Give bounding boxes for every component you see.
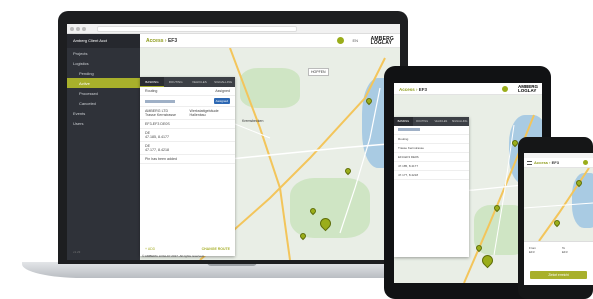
brand-logo: AMBERG LOGLAY	[370, 36, 394, 46]
destination-reached-button[interactable]: Zielort erreicht	[530, 271, 587, 279]
key-icon[interactable]	[502, 86, 508, 92]
panel-row: Routing	[394, 135, 469, 144]
summary-label: Routing	[145, 89, 158, 93]
tab-basking[interactable]: BASKING	[394, 117, 413, 126]
laptop-base	[22, 262, 442, 278]
sidebar-user[interactable]: Amberg Client Acct	[67, 34, 140, 48]
tab-signalling[interactable]: SIGNALLING	[211, 77, 235, 87]
version-label: v1.23	[73, 250, 81, 254]
address-bar[interactable]	[97, 26, 297, 32]
field-row: DE 47.185, 8.4177	[140, 129, 235, 142]
back-icon[interactable]	[70, 27, 74, 31]
to-value: EF3	[562, 250, 568, 254]
address-row: AMBERG LTD Trasse Kernstrasse Werkstattg…	[140, 107, 235, 120]
brand-logo: AMBERG LOGLAY	[518, 84, 538, 93]
page-title: Access › EF3	[146, 38, 178, 44]
reload-icon[interactable]	[82, 27, 86, 31]
panel-tabs: BASKING ROUTING VEHICLES SIGNALLING	[140, 77, 235, 87]
panel-row: EF3-EF3 DE0S	[394, 153, 469, 162]
sidebar-item-projects[interactable]: Projects	[67, 48, 140, 58]
sidebar-item-logistics[interactable]: Logistics	[67, 58, 140, 68]
reference-text: EF3-EF3 DE0S	[140, 120, 235, 129]
sidebar-item-active[interactable]: Active	[67, 78, 140, 88]
tablet-header: Access › EF3 AMBERG LOGLAY	[394, 83, 542, 95]
tab-signalling[interactable]: SIGNALLING	[450, 117, 469, 126]
change-route-button[interactable]: CHANGE ROUTE	[202, 247, 230, 251]
route-card: From EF3 To EF3 Zielort erreicht	[524, 241, 593, 285]
list-item[interactable]: Assigned	[140, 96, 235, 107]
redacted-name	[145, 99, 175, 103]
map-place-label: HOPFEN	[308, 68, 329, 76]
forward-icon[interactable]	[76, 27, 80, 31]
phone-map-view[interactable]	[524, 168, 593, 241]
tab-routing[interactable]: ROUTING	[413, 117, 432, 126]
panel-row: Trasse Kernstrasse	[394, 144, 469, 153]
footer-copyright: © AMBERG LOGLAY 2017. All rights reserve…	[142, 254, 205, 258]
panel-row: 47.185, 8.4177	[394, 162, 469, 171]
language-selector[interactable]: EN	[352, 38, 358, 43]
field-value: 47.185, 8.4177	[145, 135, 169, 139]
tablet-route-panel: BASKING ROUTING VEHICLES SIGNALLING Rout…	[394, 117, 469, 257]
field-value: 47.177, 8.4218	[145, 148, 169, 152]
add-button[interactable]: + ADD	[145, 247, 155, 251]
from-value: EF3	[529, 250, 535, 254]
sidebar-item-canceled[interactable]: Canceled	[67, 98, 140, 108]
phone-header: Access › EF3	[524, 158, 593, 168]
tab-routing[interactable]: ROUTING	[164, 77, 188, 87]
redacted-name	[398, 128, 420, 131]
phone-screen: Access › EF3 From EF3 To EF3 Zielort err…	[524, 153, 593, 285]
sidebar-item-users[interactable]: Users	[67, 118, 140, 128]
app-header: Access › EF3 EN AMBERG LOGLAY	[140, 34, 400, 48]
address-line: Trasse Kernstrasse	[145, 113, 177, 117]
browser-toolbar	[67, 24, 400, 34]
menu-icon[interactable]	[527, 161, 532, 165]
tab-vehicles[interactable]: VEHICLES	[432, 117, 451, 126]
sidebar-item-events[interactable]: Events	[67, 108, 140, 118]
laptop-screen: HOPFEN Kremsbecken Google Amberg Client …	[67, 24, 400, 260]
key-icon[interactable]	[583, 160, 588, 165]
sidebar: Amberg Client Acct Projects Logistics Pe…	[67, 34, 140, 260]
sidebar-item-processed[interactable]: Processed	[67, 88, 140, 98]
panel-tabs: BASKING ROUTING VEHICLES SIGNALLING	[394, 117, 469, 126]
status-badge: Assigned	[213, 98, 230, 104]
page-title: Access › EF3	[399, 87, 428, 92]
description-text: Werkstattgebäude Hallenbau	[189, 109, 219, 117]
tab-vehicles[interactable]: VEHICLES	[188, 77, 212, 87]
summary-row: Routing Assigned	[140, 87, 235, 96]
sidebar-item-pending[interactable]: Pending	[67, 68, 140, 78]
page-title: Access › EF3	[534, 160, 559, 165]
panel-row: 47.177, 8.4218	[394, 171, 469, 180]
to-column: To EF3	[562, 246, 568, 254]
list-item[interactable]	[394, 126, 469, 135]
key-icon[interactable]	[337, 37, 344, 44]
summary-value: Assigned	[215, 89, 230, 93]
route-panel: BASKING ROUTING VEHICLES SIGNALLING Rout…	[140, 77, 235, 256]
note-text: Pin has been added	[140, 155, 235, 164]
from-column: From EF3	[529, 246, 536, 254]
tab-basking[interactable]: BASKING	[140, 77, 164, 87]
field-row: DE 47.177, 8.4218	[140, 142, 235, 155]
map-place-label: Kremsbecken	[242, 119, 264, 123]
